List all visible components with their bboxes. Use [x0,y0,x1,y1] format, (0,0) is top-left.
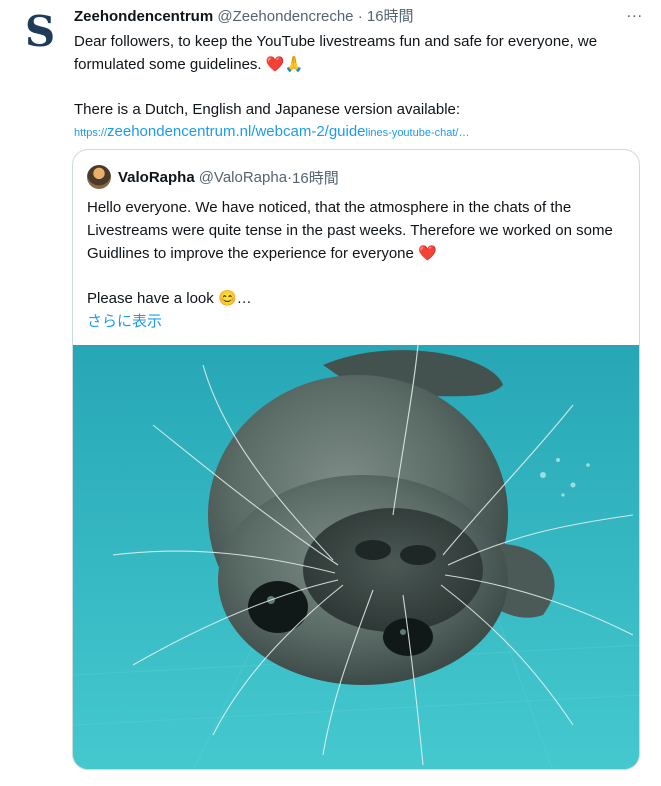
quoted-author-handle[interactable]: @ValoRapha [199,169,287,186]
quoted-tweet-header: ValoRapha @ValoRapha · 16時間 [87,162,339,192]
quoted-author-name[interactable]: ValoRapha [118,169,195,186]
show-more-link[interactable]: さらに表示 [87,310,622,333]
zeehondencentrum-logo-icon: S [24,7,56,56]
quoted-text-para1: Hello everyone. We have noticed, that th… [87,199,613,262]
heart-pray-emoji-icon: ❤️🙏 [265,56,304,73]
tweet-text: Dear followers, to keep the YouTube live… [74,30,644,144]
author-avatar[interactable]: S [16,8,64,56]
quoted-tweet-text: Hello everyone. We have noticed, that th… [87,196,622,333]
tweet-text-line1: Dear followers, to keep the YouTube live… [74,33,598,73]
quoted-text-para2: Please have a look [87,290,214,307]
tweet[interactable]: S Zeehondencentrum @Zeehondencreche · 16… [0,0,661,786]
quoted-author-avatar[interactable] [87,165,111,189]
tweet-link[interactable]: https://zeehondencentrum.nl/webcam-2/gui… [74,121,644,144]
smile-emoji-icon: 😊… [217,290,252,307]
seal-photo[interactable] [73,345,639,769]
quoted-tweet[interactable]: ValoRapha @ValoRapha · 16時間 Hello everyo… [72,149,640,770]
author-name[interactable]: Zeehondencentrum [74,8,213,25]
quoted-tweet-timestamp[interactable]: 16時間 [292,167,339,188]
author-handle[interactable]: @Zeehondencreche [217,8,353,25]
heart-emoji-icon: ❤️ [418,245,437,262]
tweet-timestamp[interactable]: 16時間 [367,8,414,25]
tweet-header: Zeehondencentrum @Zeehondencreche · 16時間 [74,6,634,28]
more-options-icon[interactable]: ... [627,4,643,22]
tweet-text-line2: There is a Dutch, English and Japanese v… [74,101,461,118]
separator-dot: · [357,8,363,25]
guidelines-link[interactable]: https://zeehondencentrum.nl/webcam-2/gui… [74,123,469,140]
seal-image [73,345,639,769]
